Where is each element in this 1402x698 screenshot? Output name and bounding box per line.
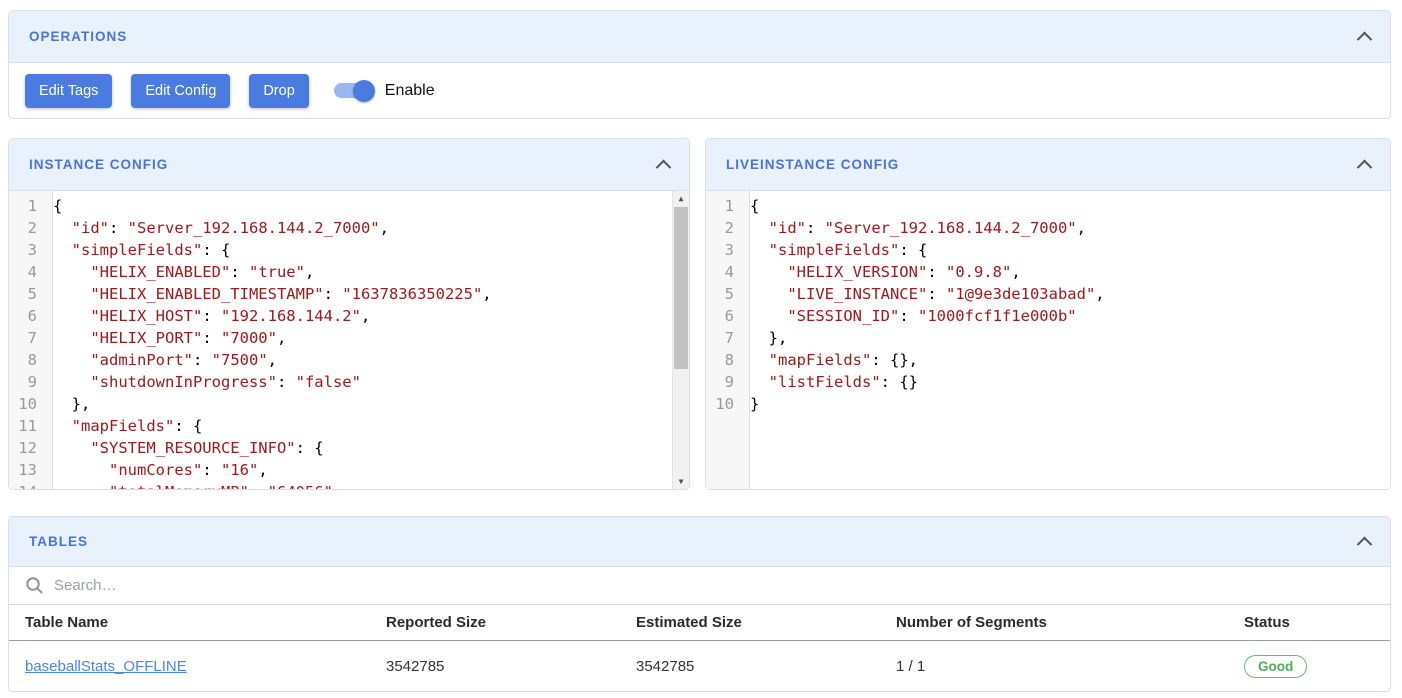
scroll-up-icon[interactable]: ▲ — [673, 191, 689, 206]
code-line: 9 "listFields": {} — [706, 371, 1390, 393]
code-line: 5 "HELIX_ENABLED_TIMESTAMP": "1637836350… — [9, 283, 689, 305]
segments-cell: 1 / 1 — [896, 658, 1244, 675]
code-line: 2 "id": "Server_192.168.144.2_7000", — [706, 217, 1390, 239]
table-body: baseballStats_OFFLINE354278535427851 / 1… — [9, 641, 1390, 691]
scroll-down-icon[interactable]: ▼ — [673, 474, 689, 489]
column-header-number-of-segments: Number of Segments — [896, 614, 1244, 631]
liveinstance-config-editor[interactable]: 1{2 "id": "Server_192.168.144.2_7000",3 … — [706, 191, 1390, 489]
code-line: 10 }, — [9, 393, 689, 415]
instance-config-panel: INSTANCE CONFIG 1{2 "id": "Server_192.16… — [8, 138, 690, 490]
status-badge: Good — [1244, 655, 1307, 678]
code-line: 14 "totalMemoryMB": "64056", — [9, 481, 689, 489]
table-header-row: Table Name Reported Size Estimated Size … — [9, 605, 1390, 641]
search-icon — [25, 576, 44, 595]
code-line: 1{ — [706, 195, 1390, 217]
liveinstance-config-panel: LIVEINSTANCE CONFIG 1{2 "id": "Server_19… — [705, 138, 1391, 490]
column-header-estimated-size: Estimated Size — [636, 614, 896, 631]
enable-toggle-label: Enable — [385, 82, 435, 100]
operations-panel: OPERATIONS Edit Tags Edit Config Drop En… — [8, 10, 1391, 119]
chevron-up-icon[interactable] — [1357, 160, 1373, 176]
edit-tags-button[interactable]: Edit Tags — [25, 74, 112, 108]
code-line: 1{ — [9, 195, 689, 217]
tables-panel-header: TABLES — [9, 517, 1390, 567]
scrollbar-thumb[interactable] — [674, 207, 688, 369]
column-header-table-name: Table Name — [25, 614, 386, 631]
code-line: 7 }, — [706, 327, 1390, 349]
code-line: 5 "LIVE_INSTANCE": "1@9e3de103abad", — [706, 283, 1390, 305]
code-line: 12 "SYSTEM_RESOURCE_INFO": { — [9, 437, 689, 459]
reported-size-cell: 3542785 — [386, 658, 636, 675]
code-lines: 1{2 "id": "Server_192.168.144.2_7000",3 … — [706, 195, 1390, 415]
vertical-scrollbar[interactable]: ▲ ▼ — [672, 191, 689, 489]
chevron-up-icon[interactable] — [1357, 32, 1373, 48]
column-header-reported-size: Reported Size — [386, 614, 636, 631]
operations-panel-header: OPERATIONS — [9, 11, 1390, 63]
toggle-thumb-icon — [353, 80, 375, 102]
instance-config-editor[interactable]: 1{2 "id": "Server_192.168.144.2_7000",3 … — [9, 191, 689, 489]
table-row: baseballStats_OFFLINE354278535427851 / 1… — [9, 641, 1390, 691]
search-input[interactable] — [54, 577, 1374, 594]
chevron-up-icon[interactable] — [1357, 537, 1373, 553]
code-line: 10} — [706, 393, 1390, 415]
code-line: 2 "id": "Server_192.168.144.2_7000", — [9, 217, 689, 239]
estimated-size-cell: 3542785 — [636, 658, 896, 675]
config-row: INSTANCE CONFIG 1{2 "id": "Server_192.16… — [8, 138, 1391, 490]
search-bar — [9, 567, 1390, 605]
edit-config-button[interactable]: Edit Config — [131, 74, 230, 108]
tables-title: TABLES — [29, 534, 88, 549]
code-line: 4 "HELIX_VERSION": "0.9.8", — [706, 261, 1390, 283]
drop-button[interactable]: Drop — [249, 74, 308, 108]
code-line: 11 "mapFields": { — [9, 415, 689, 437]
code-line: 6 "HELIX_HOST": "192.168.144.2", — [9, 305, 689, 327]
column-header-status: Status — [1244, 614, 1374, 631]
code-line: 3 "simpleFields": { — [706, 239, 1390, 261]
code-line: 4 "HELIX_ENABLED": "true", — [9, 261, 689, 283]
operations-body: Edit Tags Edit Config Drop Enable — [9, 63, 1390, 118]
instance-config-title: INSTANCE CONFIG — [29, 157, 168, 172]
code-line: 8 "adminPort": "7500", — [9, 349, 689, 371]
page: OPERATIONS Edit Tags Edit Config Drop En… — [0, 0, 1402, 692]
enable-toggle[interactable] — [334, 83, 372, 98]
code-line: 9 "shutdownInProgress": "false" — [9, 371, 689, 393]
instance-config-header: INSTANCE CONFIG — [9, 139, 689, 191]
table-name-link[interactable]: baseballStats_OFFLINE — [25, 658, 187, 675]
code-line: 3 "simpleFields": { — [9, 239, 689, 261]
code-line: 13 "numCores": "16", — [9, 459, 689, 481]
tables-panel: TABLES Table Name Reported Size Estimate… — [8, 516, 1391, 692]
operations-title: OPERATIONS — [29, 29, 127, 44]
code-line: 6 "SESSION_ID": "1000fcf1f1e000b" — [706, 305, 1390, 327]
chevron-up-icon[interactable] — [656, 160, 672, 176]
code-line: 8 "mapFields": {}, — [706, 349, 1390, 371]
liveinstance-config-title: LIVEINSTANCE CONFIG — [726, 157, 899, 172]
liveinstance-config-header: LIVEINSTANCE CONFIG — [706, 139, 1390, 191]
code-line: 7 "HELIX_PORT": "7000", — [9, 327, 689, 349]
code-lines: 1{2 "id": "Server_192.168.144.2_7000",3 … — [9, 195, 689, 489]
